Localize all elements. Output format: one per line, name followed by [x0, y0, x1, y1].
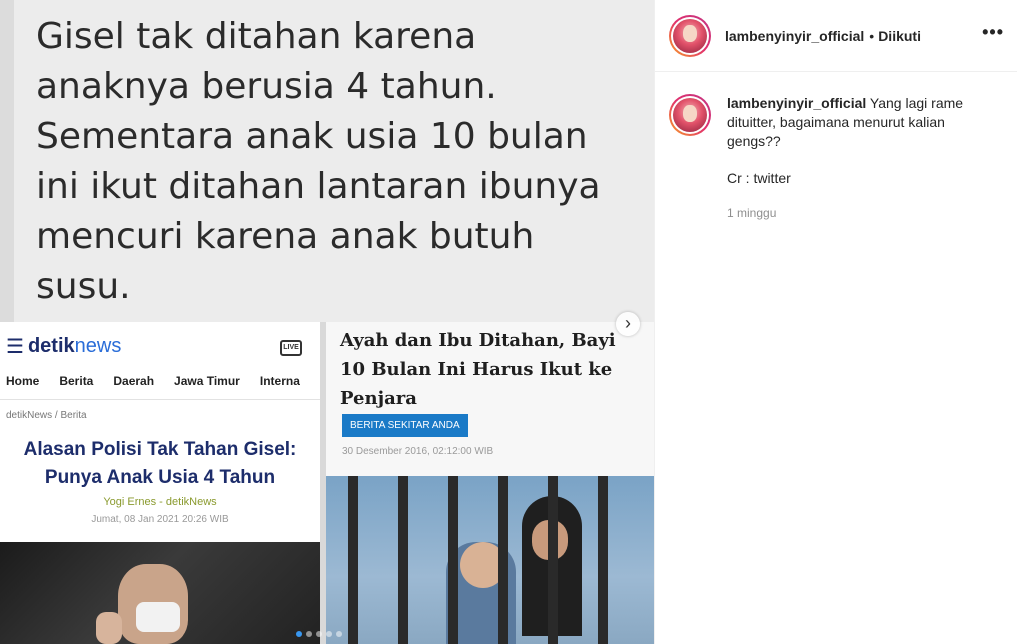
nav-item: Jawa Timur	[174, 374, 240, 388]
post-header: lambenyinyir_official • Diikuti •••	[655, 0, 1017, 72]
article-headline: Alasan Polisi Tak Tahan Gisel: Punya Ana…	[23, 439, 297, 488]
avatar-ring-inner	[671, 96, 709, 134]
detik-logo-suffix: news	[74, 334, 122, 357]
detik-article-screenshot: ☰ detik news LIVE Home Berita Daerah Jawa…	[0, 322, 320, 644]
post-media[interactable]: Gisel tak ditahan karena anaknya berusia…	[0, 0, 654, 644]
second-article-screenshot: Ayah dan Ibu Ditahan, Bayi 10 Bulan Ini …	[326, 322, 654, 644]
post-timestamp[interactable]: 1 minggu	[727, 204, 987, 223]
header-username[interactable]: lambenyinyir_official	[725, 28, 864, 44]
article-date: Jumat, 08 Jan 2021 20:26 WIB	[91, 514, 229, 525]
caption-line: lambenyinyir_official Yang lagi rame dit…	[727, 94, 987, 151]
jail-bar	[598, 476, 608, 644]
jail-bar	[348, 476, 358, 644]
live-tv-icon: LIVE	[280, 340, 302, 356]
photo-mask	[136, 602, 180, 632]
article-byline: Yogi Ernes - detikNews	[103, 496, 217, 508]
photo-hand	[96, 612, 122, 644]
jail-bar	[398, 476, 408, 644]
jail-bar	[548, 476, 558, 644]
detik-header: ☰ detik news LIVE	[0, 322, 320, 370]
carousel-dot-active	[296, 631, 302, 637]
caption-avatar[interactable]	[669, 94, 711, 136]
nav-item: Daerah	[113, 374, 155, 388]
nav-item: Interna	[259, 374, 300, 388]
quote-strip	[0, 0, 14, 322]
carousel-dot	[316, 631, 322, 637]
avatar-image	[673, 18, 707, 53]
nav-item: Home	[6, 374, 40, 388]
second-article-headline: Ayah dan Ibu Ditahan, Bayi 10 Bulan Ini …	[340, 330, 616, 409]
follow-status-button[interactable]: Diikuti	[878, 28, 921, 44]
post-sidebar: lambenyinyir_official • Diikuti ••• lamb…	[654, 0, 1017, 644]
caption-comment: lambenyinyir_official Yang lagi rame dit…	[669, 94, 1009, 223]
avatar[interactable]	[669, 14, 711, 57]
avatar-image	[673, 98, 707, 132]
article-photo-jail	[326, 476, 654, 644]
carousel-dot	[336, 631, 342, 637]
detik-nav: Home Berita Daerah Jawa Timur Interna	[0, 374, 320, 400]
separator-dot: •	[869, 27, 875, 44]
caption-credit: Cr : twitter	[727, 170, 791, 186]
jail-bar	[448, 476, 458, 644]
breadcrumb: detikNews / Berita	[6, 410, 87, 421]
carousel-indicator	[296, 631, 342, 637]
article-tag: BERITA SEKITAR ANDA	[342, 414, 468, 437]
quote-panel: Gisel tak ditahan karena anaknya berusia…	[0, 0, 654, 322]
nav-item: Berita	[59, 374, 94, 388]
carousel-dot	[326, 631, 332, 637]
avatar-ring-inner	[671, 16, 709, 55]
more-horizontal-icon[interactable]: •••	[982, 22, 1004, 43]
article-photo-gisel	[0, 542, 320, 644]
second-article-date: 30 Desember 2016, 02:12:00 WIB	[342, 446, 494, 457]
chevron-right-icon[interactable]: ›	[616, 312, 640, 336]
carousel-dot	[306, 631, 312, 637]
detik-logo-brand: detik	[27, 334, 75, 357]
jail-bar	[498, 476, 508, 644]
caption-body: lambenyinyir_official Yang lagi rame dit…	[727, 94, 987, 223]
quote-text: Gisel tak ditahan karena anaknya berusia…	[36, 16, 601, 307]
hamburger-icon: ☰	[6, 335, 24, 358]
caption-username[interactable]: lambenyinyir_official	[727, 95, 866, 111]
